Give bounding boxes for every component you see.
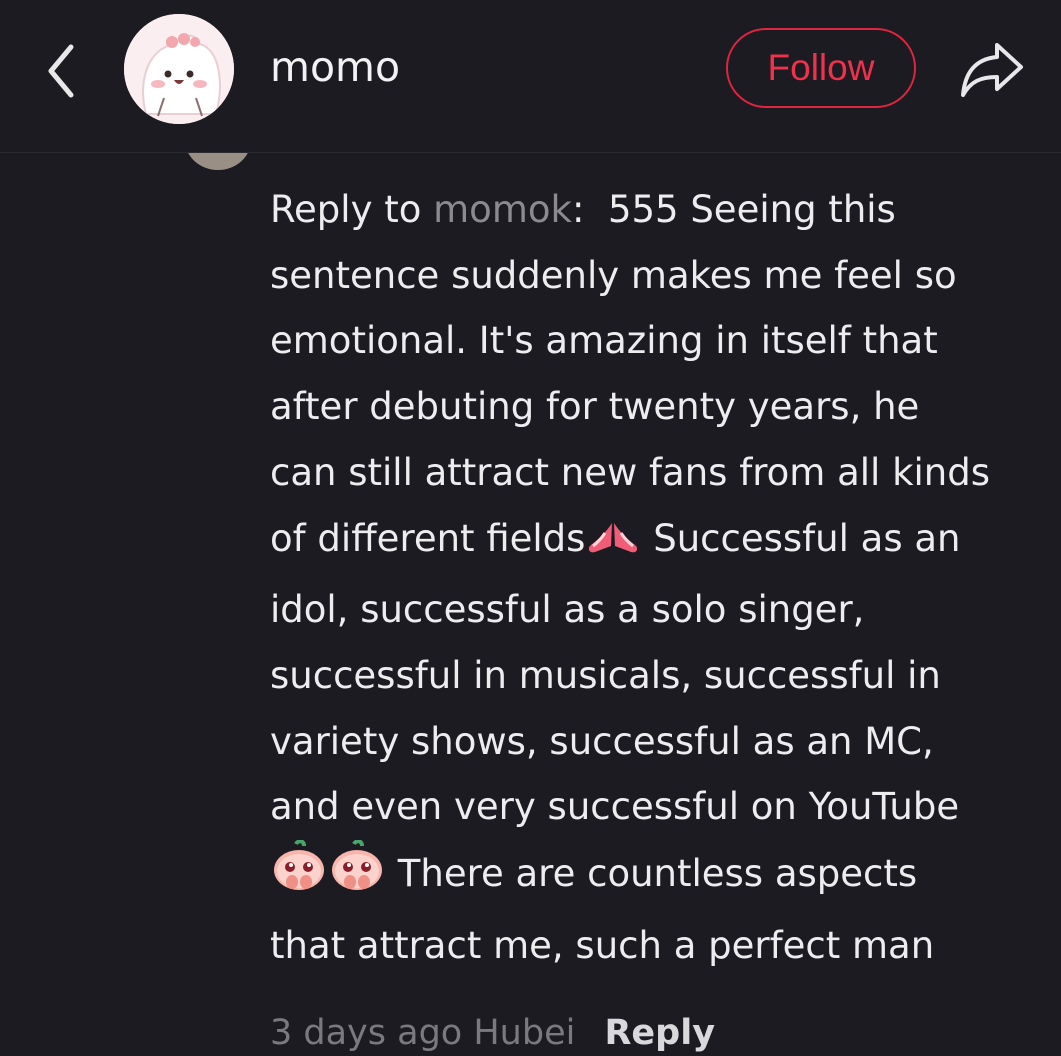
follow-button[interactable]: Follow — [726, 28, 916, 108]
reply-button[interactable]: Reply — [604, 1013, 715, 1053]
comment-time: 3 days ago — [270, 1013, 463, 1053]
username[interactable]: momo — [270, 40, 400, 94]
pleading-peach-emoji — [270, 839, 328, 913]
avatar[interactable] — [124, 14, 234, 124]
back-button[interactable] — [36, 36, 86, 106]
comment-location: Hubei — [473, 1013, 576, 1053]
praying-hands-icon — [589, 522, 638, 552]
pleading-peach-emoji — [328, 839, 386, 913]
praying-hands-emoji — [585, 512, 641, 578]
chevron-left-icon — [48, 44, 74, 98]
reply-to-label: Reply to — [270, 188, 434, 231]
reply-comment-text: Reply to momok: 555 Seeing this sentence… — [270, 177, 1050, 978]
comment-body-part1: 555 Seeing this sentence suddenly makes … — [270, 188, 991, 560]
comment-meta: 3 days ago Hubei Reply — [270, 1010, 715, 1056]
share-button[interactable] — [950, 32, 1034, 106]
cartoon-blob-avatar-icon — [124, 14, 234, 124]
pleading-peach-icon — [274, 839, 324, 891]
pleading-peach-icon — [332, 839, 382, 891]
share-arrow-icon — [961, 43, 1023, 97]
mention-separator: : — [571, 188, 608, 231]
mention-link[interactable]: momok — [433, 188, 572, 231]
top-bar: momo Follow — [0, 0, 1061, 153]
